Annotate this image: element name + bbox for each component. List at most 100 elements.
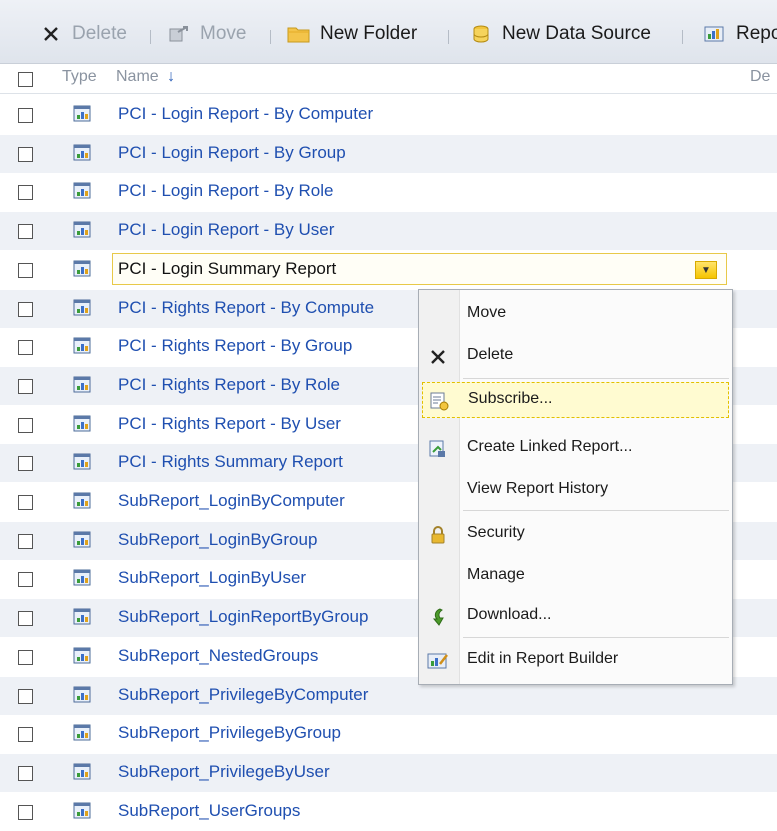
report-builder-button[interactable]: Repo: [702, 20, 777, 48]
report-icon: [72, 529, 94, 551]
report-icon: [72, 761, 94, 783]
report-name-link[interactable]: PCI - Rights Report - By Group: [118, 336, 352, 356]
report-icon: [72, 490, 94, 512]
row-checkbox[interactable]: [18, 418, 33, 433]
report-name-link[interactable]: PCI - Login Report - By Role: [118, 181, 333, 201]
menu-item-move[interactable]: Move: [419, 296, 732, 332]
menu-item-label: Download...: [467, 606, 552, 623]
report-name-link[interactable]: SubReport_UserGroups: [118, 801, 300, 821]
report-name-link[interactable]: PCI - Rights Report - By Compute: [118, 298, 374, 318]
report-name-link[interactable]: PCI - Login Summary Report: [118, 259, 336, 279]
new-folder-button[interactable]: New Folder: [286, 20, 417, 48]
menu-item-download[interactable]: Download...: [419, 598, 732, 634]
report-name-link[interactable]: PCI - Login Report - By User: [118, 220, 334, 240]
menu-item-subscribe[interactable]: Subscribe...: [422, 382, 729, 418]
item-menu-dropdown-button[interactable]: ▼: [695, 261, 717, 279]
table-row-selected[interactable]: ▼ PCI - Login Summary Report: [0, 251, 777, 289]
report-builder-icon: [702, 22, 728, 46]
report-icon: [72, 413, 94, 435]
row-checkbox[interactable]: [18, 185, 33, 200]
report-name-link[interactable]: SubReport_PrivilegeByUser: [118, 762, 330, 782]
row-checkbox[interactable]: [18, 689, 33, 704]
menu-item-create-linked-report[interactable]: Create Linked Report...: [419, 430, 732, 466]
delete-x-icon: [427, 346, 449, 368]
table-row[interactable]: SubReport_PrivilegeByGroup: [0, 715, 777, 753]
row-checkbox[interactable]: [18, 263, 33, 278]
toolbar-separator: [448, 30, 449, 44]
report-icon: [72, 645, 94, 667]
list-header: Type Name ↓ De: [0, 64, 777, 94]
report-name-link[interactable]: SubReport_LoginByGroup: [118, 530, 317, 550]
row-checkbox[interactable]: [18, 611, 33, 626]
delete-x-icon: [38, 22, 64, 46]
menu-item-label: Create Linked Report...: [467, 438, 633, 455]
report-name-link[interactable]: SubReport_PrivilegeByGroup: [118, 723, 341, 743]
row-checkbox[interactable]: [18, 224, 33, 239]
data-source-icon: [468, 22, 494, 46]
new-data-source-label: New Data Source: [502, 23, 651, 44]
menu-item-manage[interactable]: Manage: [419, 558, 732, 594]
table-row[interactable]: PCI - Login Report - By User: [0, 212, 777, 250]
delete-button[interactable]: Delete: [38, 20, 127, 48]
report-name-link[interactable]: PCI - Rights Report - By Role: [118, 375, 340, 395]
chevron-down-icon: ▼: [701, 264, 711, 276]
row-checkbox[interactable]: [18, 302, 33, 317]
row-checkbox[interactable]: [18, 379, 33, 394]
menu-item-edit-in-report-builder[interactable]: Edit in Report Builder: [419, 642, 732, 678]
name-column-header[interactable]: Name ↓: [116, 68, 175, 86]
row-checkbox[interactable]: [18, 766, 33, 781]
report-name-link[interactable]: SubReport_LoginReportByGroup: [118, 607, 368, 627]
menu-item-label: Security: [467, 524, 525, 541]
row-checkbox[interactable]: [18, 534, 33, 549]
report-icon: [72, 297, 94, 319]
report-icon: [72, 258, 94, 280]
table-row[interactable]: PCI - Login Report - By Group: [0, 135, 777, 173]
new-folder-label: New Folder: [320, 23, 418, 44]
table-row[interactable]: PCI - Login Report - By Computer: [0, 96, 777, 134]
description-column-header[interactable]: De: [750, 68, 770, 86]
download-icon: [427, 606, 449, 628]
toolbar: Delete Move New Folder New Data Source R…: [0, 0, 777, 64]
report-icon: [72, 374, 94, 396]
move-button[interactable]: Move: [166, 20, 246, 48]
row-checkbox[interactable]: [18, 108, 33, 123]
row-checkbox[interactable]: [18, 805, 33, 820]
report-name-link[interactable]: SubReport_NestedGroups: [118, 646, 318, 666]
row-checkbox[interactable]: [18, 650, 33, 665]
report-name-link[interactable]: PCI - Login Report - By Group: [118, 143, 346, 163]
select-all-checkbox[interactable]: [18, 72, 33, 87]
report-icon: [72, 684, 94, 706]
table-row[interactable]: PCI - Login Report - By Role: [0, 173, 777, 211]
row-checkbox[interactable]: [18, 147, 33, 162]
new-data-source-button[interactable]: New Data Source: [468, 20, 651, 48]
menu-item-security[interactable]: Security: [419, 516, 732, 552]
report-icon: [72, 800, 94, 822]
subscribe-icon: [428, 390, 450, 412]
move-button-label: Move: [200, 23, 247, 44]
report-name-link[interactable]: PCI - Rights Summary Report: [118, 452, 343, 472]
report-builder-label: Repo: [736, 23, 777, 44]
type-column-header[interactable]: Type: [62, 68, 97, 86]
row-checkbox[interactable]: [18, 456, 33, 471]
menu-item-delete[interactable]: Delete: [419, 338, 732, 374]
report-icon: [72, 219, 94, 241]
report-name-link[interactable]: PCI - Login Report - By Computer: [118, 104, 373, 124]
row-checkbox[interactable]: [18, 340, 33, 355]
report-icon: [72, 180, 94, 202]
toolbar-separator: [682, 30, 683, 44]
row-checkbox[interactable]: [18, 572, 33, 587]
menu-item-view-report-history[interactable]: View Report History: [419, 472, 732, 508]
toolbar-separator: [150, 30, 151, 44]
sort-descending-icon: ↓: [167, 68, 176, 85]
table-row[interactable]: SubReport_PrivilegeByUser: [0, 754, 777, 792]
report-name-link[interactable]: SubReport_PrivilegeByComputer: [118, 685, 368, 705]
menu-item-label: Subscribe...: [468, 390, 553, 407]
row-checkbox[interactable]: [18, 727, 33, 742]
table-row[interactable]: SubReport_UserGroups: [0, 793, 777, 831]
row-checkbox[interactable]: [18, 495, 33, 510]
context-menu: Move Delete Subscribe... Create Linked R…: [418, 289, 733, 685]
report-name-link[interactable]: SubReport_LoginByUser: [118, 568, 306, 588]
report-name-link[interactable]: PCI - Rights Report - By User: [118, 414, 341, 434]
menu-separator: [463, 378, 729, 379]
report-name-link[interactable]: SubReport_LoginByComputer: [118, 491, 345, 511]
